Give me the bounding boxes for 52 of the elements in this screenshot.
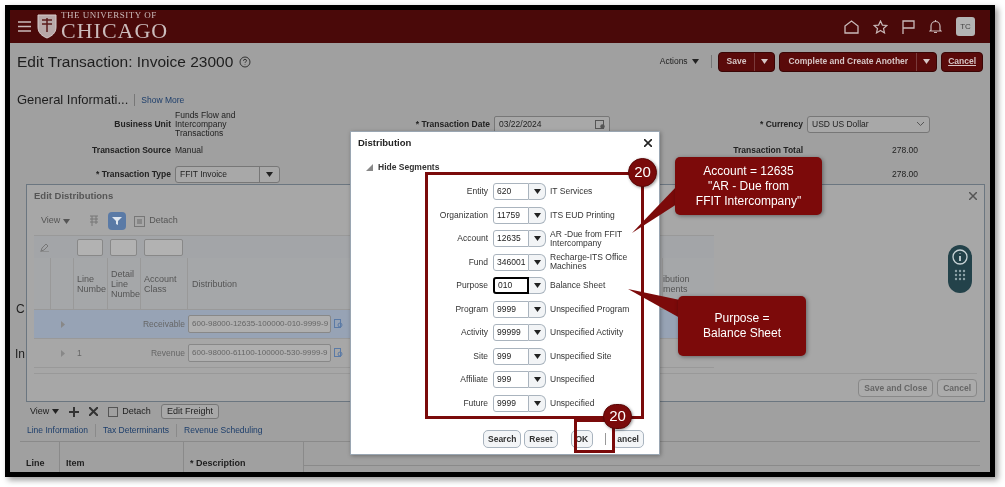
dialog-title: Distribution: [358, 135, 412, 150]
field-label: Transaction Total: [732, 143, 803, 157]
column-header: Account Class: [144, 273, 178, 294]
field-label: Fund: [467, 255, 488, 269]
field-value: Manual: [175, 145, 204, 155]
field-label: Business Unit: [113, 117, 171, 131]
column-header: Detail Line Numbe: [111, 268, 140, 299]
segment-description: IT Services: [550, 187, 594, 197]
page-title: Edit Transaction: Invoice 23000: [17, 51, 234, 72]
field-label: Transaction Source: [91, 143, 171, 157]
segment-description: Unspecified Activity: [550, 328, 625, 338]
segment-description: Unspecified: [550, 375, 596, 385]
field-label: Purpose: [455, 279, 488, 293]
step-badge: 20: [603, 404, 632, 429]
section-title: General Informati...: [17, 91, 129, 110]
logo-text: THE UNIVERSITY OF: [61, 11, 158, 20]
logo-wordmark: CHICAGO: [61, 20, 169, 42]
field-label: Account: [456, 232, 488, 246]
segment-description: Unspecified Program: [550, 304, 631, 314]
field-value: 278.00: [891, 170, 919, 179]
dialog-title: Edit Distributions: [34, 188, 114, 203]
field-label: * Currency: [759, 117, 803, 131]
segment-description: Recharge-ITS Office Machines: [550, 253, 629, 272]
column-header: Line Numbe: [77, 273, 107, 294]
column-header: Item: [66, 457, 85, 470]
table-cell: Revenue: [150, 347, 185, 358]
field-label: Program: [454, 302, 488, 316]
covered-text: C: [16, 303, 25, 318]
table-cell: 1: [77, 347, 82, 358]
segment-description: ITS EUD Printing: [550, 210, 616, 220]
callout: Purpose = Balance Sheet: [678, 296, 806, 356]
field-value: Funds Flow and Intercompany Transactions: [175, 110, 237, 138]
step-badge: 20: [628, 158, 657, 187]
field-label: Site: [472, 349, 488, 363]
column-header: Line: [26, 457, 45, 470]
column-header: Distribution: [192, 278, 238, 289]
segment-description: Unspecified: [550, 398, 596, 408]
segment-description: AR -Due from FFIT Intercompany: [550, 229, 624, 248]
segment-description: Balance Sheet: [550, 281, 607, 291]
field-label: Organization: [438, 208, 488, 222]
field-value: 278.00: [891, 145, 919, 155]
covered-text: In: [15, 348, 25, 363]
field-label: Entity: [465, 185, 488, 199]
field-label: Activity: [460, 326, 488, 340]
column-header: * Description: [190, 457, 246, 470]
field-label: Affiliate: [459, 373, 488, 387]
field-label: * Transaction Type: [95, 168, 171, 181]
field-label: * Transaction Date: [414, 117, 490, 131]
segment-description: Unspecified Site: [550, 351, 613, 361]
field-label: Future: [462, 396, 488, 410]
column-header: ibution ments: [663, 273, 691, 294]
table-cell: Receivable: [142, 318, 185, 329]
